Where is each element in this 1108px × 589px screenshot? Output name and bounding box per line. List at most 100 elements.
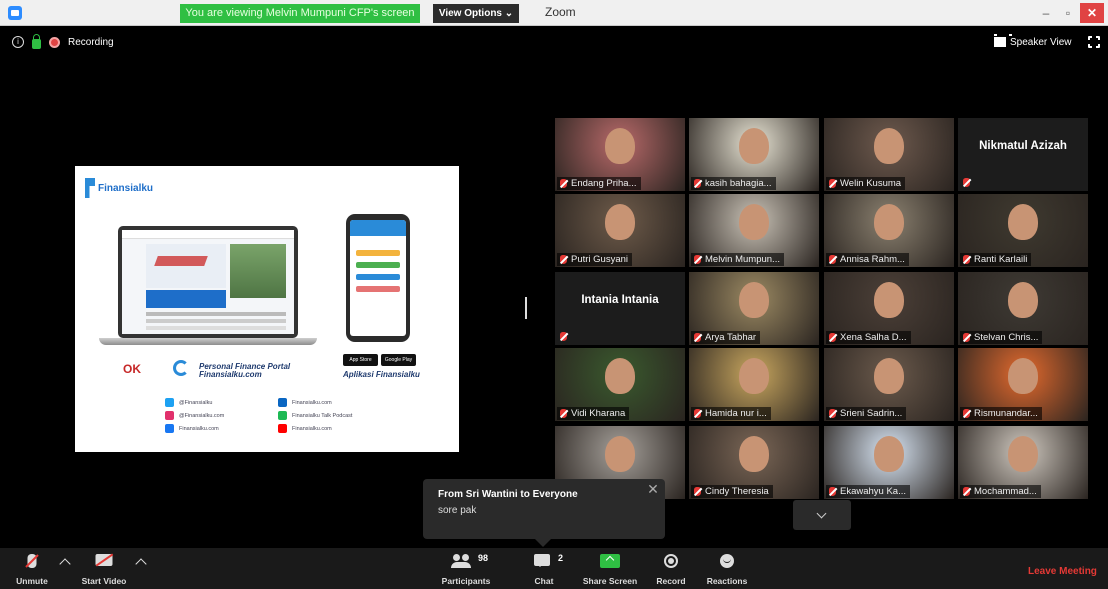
participant-name: Hamida nur i...: [705, 408, 767, 419]
participant-display-name: Intania Intania: [581, 293, 659, 306]
fullscreen-icon[interactable]: [1088, 36, 1100, 48]
maximize-button[interactable]: ▫: [1058, 3, 1078, 23]
participant-face: [739, 128, 769, 164]
recording-icon: [49, 36, 60, 48]
video-options-chevron-icon[interactable]: [135, 558, 147, 570]
shared-screen: Finansialku OK Personal Finance Portal F…: [75, 166, 459, 452]
app-tagline: Aplikasi Finansialku: [343, 370, 420, 379]
participant-name: Melvin Mumpun...: [705, 254, 780, 265]
participant-tile[interactable]: Vidi Kharana: [555, 348, 685, 421]
participant-face: [874, 282, 904, 318]
participant-name: Endang Priha...: [571, 178, 637, 189]
participants-button[interactable]: 98 Participants: [436, 548, 496, 589]
close-window-button[interactable]: ✕: [1080, 3, 1104, 23]
chat-count: 2: [558, 553, 564, 563]
participant-tile[interactable]: Stelvan Chris...: [958, 272, 1088, 345]
participant-tile[interactable]: Srieni Sadrin...: [824, 348, 954, 421]
participant-tile[interactable]: Rismunandar...: [958, 348, 1088, 421]
muted-mic-icon: [560, 332, 567, 341]
social-link: @Finansialku: [165, 398, 212, 407]
participant-name: Srieni Sadrin...: [840, 408, 903, 419]
twitter-icon: [165, 398, 174, 407]
facebook-icon: [165, 424, 174, 433]
phone-mockup: [346, 214, 410, 342]
title-bar: You are viewing Melvin Mumpuni CFP's scr…: [0, 0, 1108, 26]
share-screen-button[interactable]: Share Screen: [580, 548, 640, 589]
social-link: @Finansialku.com: [165, 411, 224, 420]
participant-name: Xena Salha D...: [840, 332, 907, 343]
muted-mic-icon: [694, 179, 701, 188]
participant-face: [605, 128, 635, 164]
start-video-button[interactable]: Start Video: [76, 548, 132, 589]
participant-name-label: Stelvan Chris...: [960, 331, 1043, 344]
close-icon[interactable]: ✕: [642, 482, 664, 498]
participant-tile[interactable]: Welin Kusuma: [824, 118, 954, 191]
participant-tile[interactable]: Arya Tabhar: [689, 272, 819, 345]
muted-mic-icon: [560, 255, 567, 264]
chevron-down-icon[interactable]: [793, 500, 851, 530]
microphone-muted-icon: [27, 554, 37, 568]
participant-tile[interactable]: Melvin Mumpun...: [689, 194, 819, 267]
leave-meeting-button[interactable]: Leave Meeting: [1028, 566, 1097, 577]
muted-mic-icon: [829, 255, 836, 264]
participant-name: kasih bahagia...: [705, 178, 772, 189]
speaker-view-button[interactable]: Speaker View: [994, 33, 1072, 51]
participant-name-label: Ekawahyu Ka...: [826, 485, 911, 498]
participant-tile[interactable]: Cindy Theresia: [689, 426, 819, 499]
reactions-button[interactable]: Reactions: [702, 548, 752, 589]
muted-mic-icon: [829, 409, 836, 418]
split-divider[interactable]: [525, 297, 527, 319]
muted-mic-icon: [963, 487, 970, 496]
record-button[interactable]: Record: [652, 548, 690, 589]
unmute-button[interactable]: Unmute: [8, 548, 56, 589]
participant-name-label: Xena Salha D...: [826, 331, 911, 344]
participant-name-label: Annisa Rahm...: [826, 253, 909, 266]
participant-name-label: Putri Gusyani: [557, 253, 633, 266]
participants-icon: [451, 554, 471, 568]
meeting-info-row: i Recording: [12, 33, 114, 49]
participant-face: [605, 204, 635, 240]
audio-options-chevron-icon[interactable]: [59, 558, 71, 570]
instagram-icon: [165, 411, 174, 420]
participant-face: [1008, 436, 1038, 472]
participant-tile[interactable]: Annisa Rahm...: [824, 194, 954, 267]
muted-mic-icon: [694, 255, 701, 264]
social-text: Finansialku.com: [292, 425, 332, 432]
participant-face: [739, 204, 769, 240]
participant-tile[interactable]: Endang Priha...: [555, 118, 685, 191]
chat-notification[interactable]: From Sri Wantini to Everyone sore pak: [423, 479, 665, 547]
participant-tile[interactable]: Xena Salha D...: [824, 272, 954, 345]
participant-face: [739, 358, 769, 394]
lock-icon[interactable]: [32, 33, 41, 49]
reactions-label: Reactions: [706, 576, 748, 586]
participant-tile[interactable]: kasih bahagia...: [689, 118, 819, 191]
chat-message: sore pak: [438, 505, 477, 516]
muted-mic-icon: [560, 179, 567, 188]
participant-tile[interactable]: Mochammad...: [958, 426, 1088, 499]
participant-tile[interactable]: Putri Gusyani: [555, 194, 685, 267]
chat-sender: From Sri Wantini to Everyone: [438, 489, 578, 500]
minimize-button[interactable]: –: [1036, 3, 1056, 23]
participant-tile[interactable]: Hamida nur i...: [689, 348, 819, 421]
record-label: Record: [656, 576, 686, 586]
participant-name-label: Cindy Theresia: [691, 485, 773, 498]
participant-tile[interactable]: Nikmatul Azizah: [958, 118, 1088, 191]
participant-name: Cindy Theresia: [705, 486, 769, 497]
participant-name-label: kasih bahagia...: [691, 177, 776, 190]
chat-button[interactable]: 2 Chat: [526, 548, 564, 589]
muted-mic-icon: [829, 487, 836, 496]
participant-name: Welin Kusuma: [840, 178, 902, 189]
view-options-button[interactable]: View Options ⌄: [433, 4, 519, 23]
social-text: @Finansialku.com: [179, 412, 225, 419]
participant-tile[interactable]: Intania Intania: [555, 272, 685, 345]
share-screen-label: Share Screen: [582, 576, 638, 586]
participant-name-label: Rismunandar...: [960, 407, 1042, 420]
participant-face: [1008, 358, 1038, 394]
participant-tile[interactable]: Ekawahyu Ka...: [824, 426, 954, 499]
window-title: Zoom: [545, 5, 576, 19]
info-icon[interactable]: i: [12, 36, 24, 48]
participant-display-name: Nikmatul Azizah: [979, 139, 1067, 152]
participant-tile[interactable]: Ranti Karlaili: [958, 194, 1088, 267]
ojk-logo: OK: [123, 362, 141, 376]
social-text: Finansialku Talk Podcast: [292, 412, 353, 419]
